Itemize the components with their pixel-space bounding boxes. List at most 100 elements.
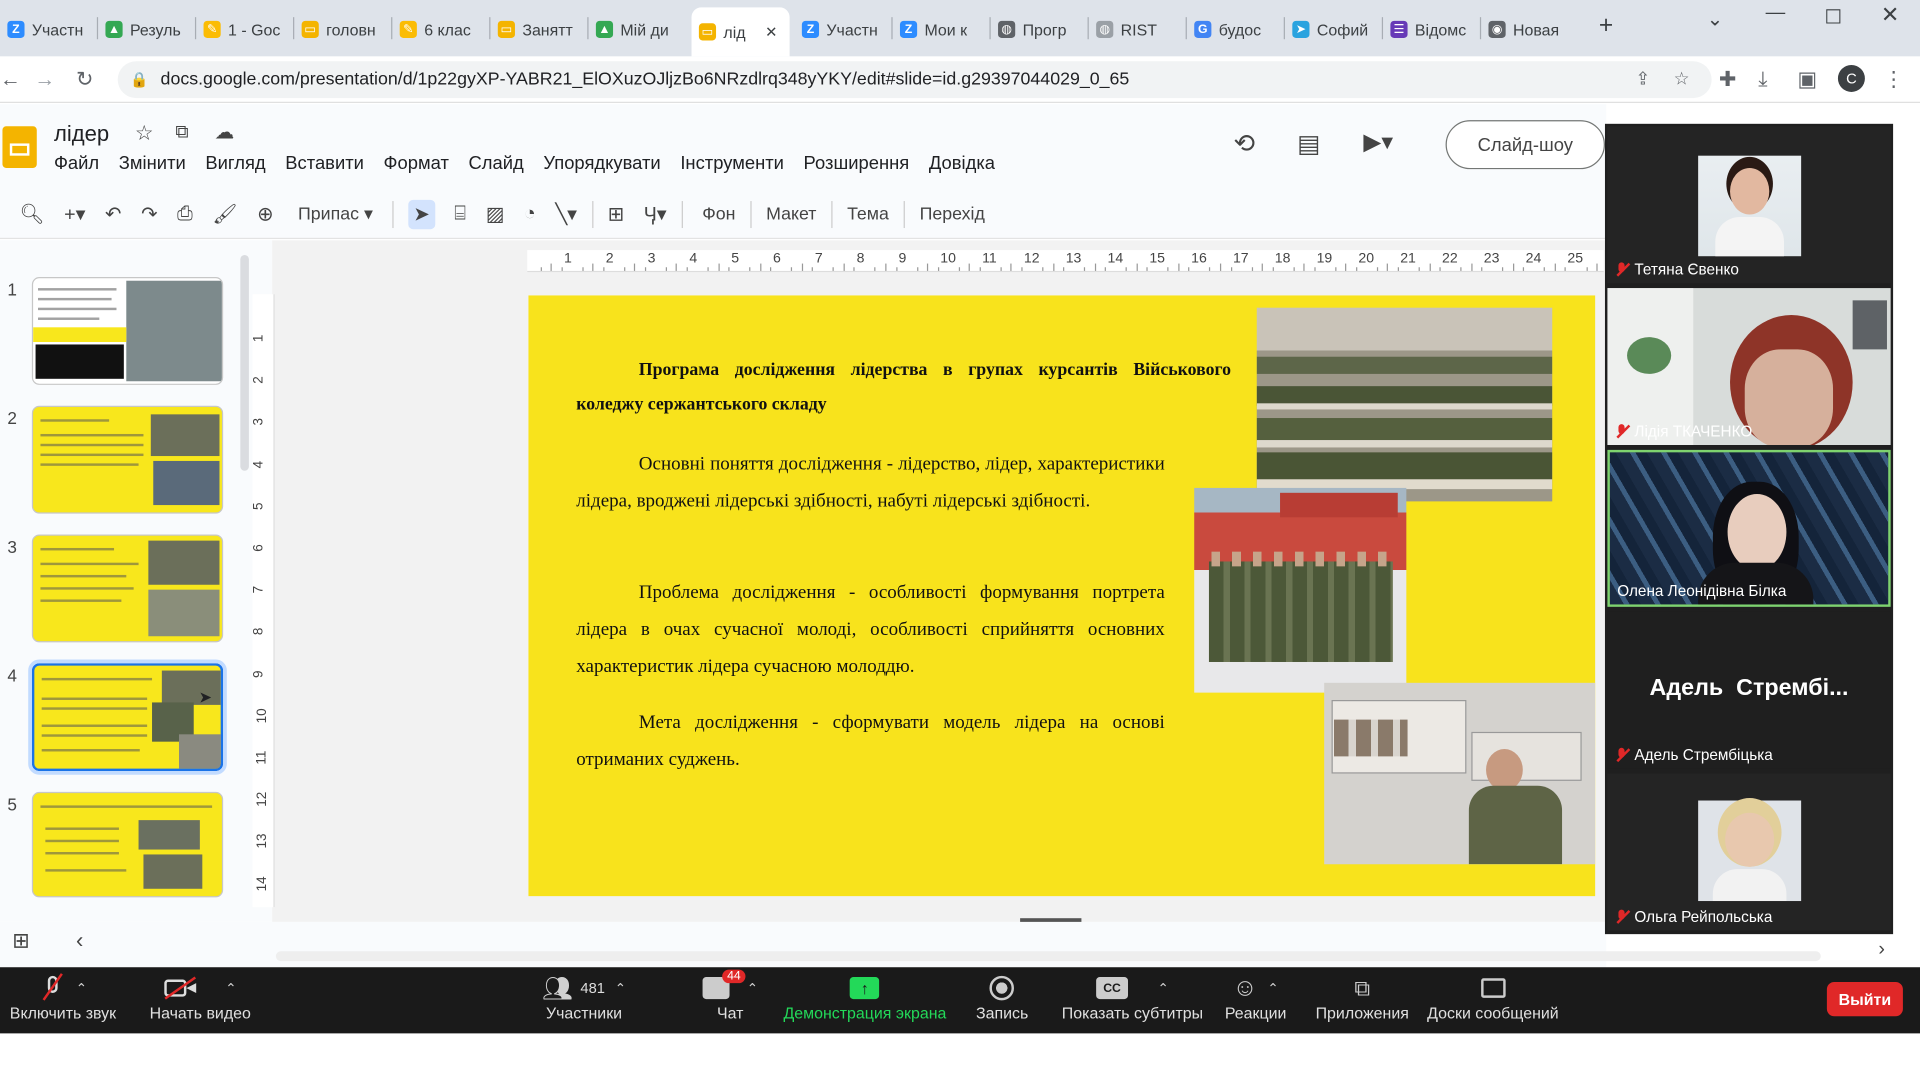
- meet-camera-icon[interactable]: ▶▾: [1363, 129, 1393, 157]
- slide-thumbnail-3[interactable]: [31, 534, 224, 643]
- slide-thumbnail-4[interactable]: ➤: [28, 659, 227, 775]
- doc-title[interactable]: лідер: [54, 121, 109, 147]
- menu-item[interactable]: Змінити: [119, 153, 186, 174]
- participant-tile-active-speaker[interactable]: Олена Леонідівна Білка: [1607, 449, 1891, 607]
- star-icon[interactable]: ☆: [135, 121, 154, 146]
- extensions-icon[interactable]: ✚: [1719, 67, 1736, 92]
- menu-item[interactable]: Інструменти: [680, 153, 784, 174]
- forward-icon[interactable]: →: [34, 67, 55, 92]
- filmstrip-scrollbar[interactable]: [240, 254, 249, 471]
- redo-icon[interactable]: ↷: [141, 202, 157, 227]
- close-tab-icon[interactable]: ✕: [765, 23, 777, 40]
- menu-item[interactable]: Довідка: [929, 153, 995, 174]
- select-cursor-icon[interactable]: ➤: [408, 199, 435, 229]
- zoom-select[interactable]: Припас ▾: [298, 204, 373, 224]
- chrome-menu-icon[interactable]: ⋮: [1883, 67, 1904, 92]
- slide[interactable]: Програма дослідження лідерства в групах …: [528, 295, 1596, 897]
- browser-tab[interactable]: Gбудос: [1187, 10, 1283, 49]
- chat-button[interactable]: 44 ⌃ Чат: [702, 969, 758, 1022]
- scroll-right-icon[interactable]: ›: [1878, 939, 1885, 961]
- browser-tab[interactable]: ✎ 6 клас: [392, 10, 488, 49]
- search-menus-icon[interactable]: 🔍︎: [20, 202, 45, 227]
- unmute-button[interactable]: ⌃ Включить звук: [10, 972, 116, 1022]
- menu-item[interactable]: Вигляд: [205, 153, 265, 174]
- undo-icon[interactable]: ↶: [105, 202, 121, 227]
- close-window-icon[interactable]: ✕: [1881, 2, 1900, 28]
- layout-button[interactable]: Макет: [766, 204, 816, 224]
- minimize-icon[interactable]: —: [1766, 2, 1786, 24]
- start-video-button[interactable]: ⌃ Начать видео: [150, 972, 251, 1022]
- theme-button[interactable]: Тема: [847, 204, 889, 224]
- back-icon[interactable]: ←: [0, 67, 21, 92]
- address-bar[interactable]: 🔒 docs.google.com/presentation/d/1p22gyX…: [117, 61, 1712, 99]
- menu-item[interactable]: Вставити: [285, 153, 364, 174]
- leave-meeting-button[interactable]: Выйти: [1826, 981, 1903, 1017]
- browser-tab[interactable]: ◉ Новая: [1481, 10, 1577, 49]
- participant-tile[interactable]: Лідія ТКАЧЕНКО: [1607, 288, 1891, 446]
- browser-tab[interactable]: Z Мои к: [893, 10, 989, 49]
- slideshow-button[interactable]: Слайд-шоу: [1445, 120, 1605, 170]
- record-button[interactable]: Запись: [976, 972, 1028, 1022]
- browser-tab[interactable]: Z Участн: [0, 10, 96, 49]
- shape-icon[interactable]: ◔: [524, 203, 536, 225]
- browser-tab[interactable]: ▭ головн: [294, 10, 390, 49]
- menu-item[interactable]: Упорядкувати: [543, 153, 660, 174]
- paint-format-icon[interactable]: 🖌︎: [212, 202, 237, 227]
- download-icon[interactable]: ⤓: [1758, 67, 1767, 92]
- menu-item[interactable]: Файл: [54, 153, 99, 174]
- zoom-icon[interactable]: ⊕: [257, 202, 273, 227]
- participants-button[interactable]: 👥︎ 481 ⌃ Участники: [542, 972, 626, 1022]
- speaker-notes-handle[interactable]: [1020, 918, 1082, 922]
- browser-tab[interactable]: ▲ Мій ди: [589, 10, 685, 49]
- show-subtitles-button[interactable]: CC ⌃ Показать субтитры: [1062, 972, 1203, 1022]
- background-button[interactable]: Фон: [702, 204, 735, 224]
- horizontal-scrollbar[interactable]: [275, 951, 1821, 962]
- menu-item[interactable]: Слайд: [469, 153, 524, 174]
- slide-thumbnail-2[interactable]: [31, 405, 224, 514]
- whiteboards-button[interactable]: Доски сообщений: [1427, 972, 1559, 1022]
- new-slide-icon[interactable]: +▾: [64, 202, 85, 227]
- slide-thumbnail-1[interactable]: [31, 277, 224, 385]
- input-tools-icon[interactable]: Ӌ▾: [644, 202, 667, 227]
- participant-tile[interactable]: Ольга Рейпольська: [1607, 773, 1891, 931]
- browser-tab[interactable]: ▲ Резуль: [98, 10, 194, 49]
- share-screen-button[interactable]: ↑ Демонстрация экрана: [783, 972, 946, 1022]
- participant-tile[interactable]: Тетяна Євенко: [1607, 126, 1891, 284]
- reactions-button[interactable]: ☺ ⌃ Реакции: [1225, 972, 1287, 1022]
- bookmark-star-icon[interactable]: ☆: [1674, 70, 1690, 90]
- reload-icon[interactable]: ↻: [76, 67, 93, 92]
- browser-tab[interactable]: ▭ Занятт: [490, 10, 586, 49]
- horizontal-ruler[interactable]: 1 2 3 4 5 6 7 8 9 10 11 12 13 14 15 16 17 18 19 20 21 22 23 24 2…: [527, 250, 1609, 273]
- menu-item[interactable]: Розширення: [804, 153, 910, 174]
- browser-tab[interactable]: ◍ RIST: [1089, 10, 1185, 49]
- comments-icon[interactable]: ▤: [1297, 129, 1320, 160]
- participant-tile[interactable]: Адель Стрембі... Адель Стрембіцька: [1607, 611, 1891, 769]
- maximize-icon[interactable]: ☐: [1824, 5, 1842, 30]
- print-icon[interactable]: ⎙: [177, 203, 193, 225]
- grid-view-icon[interactable]: ⊞: [12, 929, 29, 954]
- collapse-filmstrip-icon[interactable]: ‹: [76, 928, 83, 954]
- cadets-group-photo[interactable]: [1194, 487, 1407, 693]
- new-tab-icon[interactable]: +: [1599, 12, 1613, 40]
- classroom-photo[interactable]: [1256, 307, 1553, 502]
- browser-tab[interactable]: Z Участн: [795, 10, 891, 49]
- browser-tab[interactable]: ✎ 1 - Goc: [196, 10, 292, 49]
- side-panel-icon[interactable]: ▣: [1797, 67, 1817, 92]
- browser-tab[interactable]: ☰ Відомс: [1383, 10, 1479, 49]
- line-icon[interactable]: ╲▾: [555, 202, 577, 227]
- move-folder-icon[interactable]: ⧉: [175, 121, 188, 142]
- share-page-icon[interactable]: ⇪: [1635, 70, 1650, 90]
- apps-button[interactable]: ⧉ Приложения: [1316, 972, 1409, 1022]
- image-icon[interactable]: ▨: [486, 202, 505, 227]
- browser-tab[interactable]: ▭ лід ✕: [691, 7, 790, 57]
- transition-button[interactable]: Перехід: [920, 204, 985, 224]
- slides-logo-icon[interactable]: [2, 126, 37, 168]
- comment-add-icon[interactable]: ⊞: [608, 202, 624, 227]
- cloud-status-icon[interactable]: ☁: [215, 120, 235, 145]
- version-history-icon[interactable]: ⟲: [1233, 129, 1255, 160]
- profile-avatar[interactable]: C: [1837, 64, 1865, 92]
- browser-tab[interactable]: ➤ Софий: [1285, 10, 1381, 49]
- browser-tab[interactable]: ◍ Прогр: [991, 10, 1087, 49]
- tab-search-icon[interactable]: ⌄: [1707, 7, 1723, 32]
- menu-item[interactable]: Формат: [384, 153, 449, 174]
